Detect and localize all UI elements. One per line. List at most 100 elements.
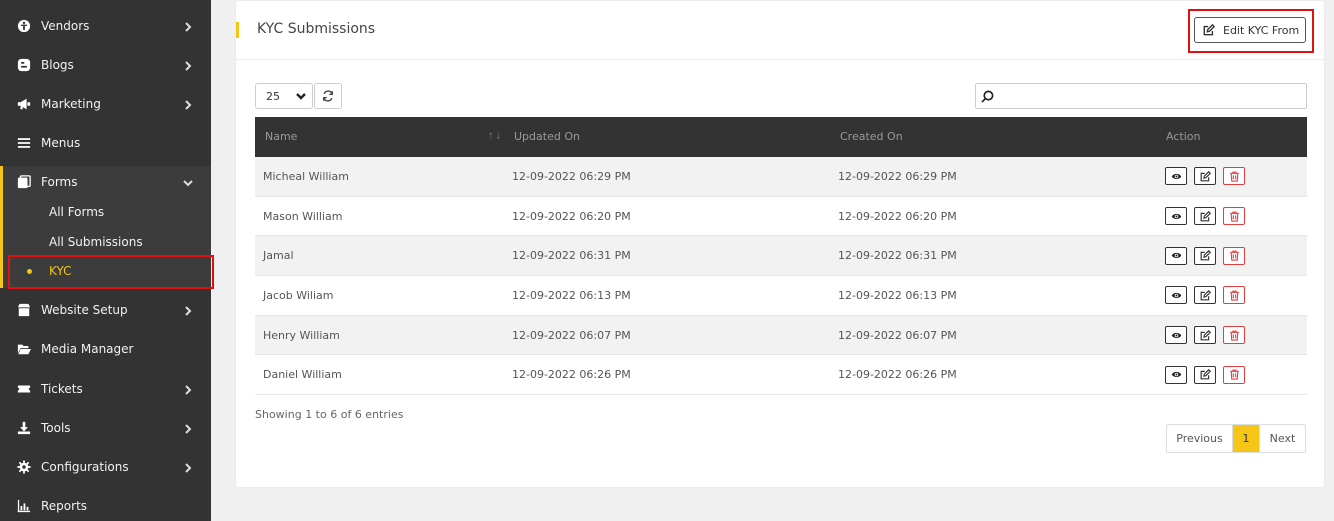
edit-icon: [1200, 170, 1211, 182]
chevron-right-icon: [183, 60, 193, 71]
cell-updated: 12-09-2022 06:07 PM: [512, 328, 631, 342]
edit-icon: [1200, 329, 1211, 341]
trash-icon: [1229, 250, 1239, 261]
cell-created: 12-09-2022 06:07 PM: [838, 328, 957, 342]
view-button[interactable]: [1165, 167, 1187, 186]
page-length-select[interactable]: 25: [255, 83, 313, 109]
cell-name: Micheal William: [263, 169, 349, 183]
delete-button[interactable]: [1223, 207, 1245, 226]
previous-page-button[interactable]: Previous: [1167, 425, 1233, 452]
delete-button[interactable]: [1223, 246, 1245, 265]
row-actions: [1165, 365, 1245, 384]
sidebar-item-label: Blogs: [41, 57, 74, 72]
search-input[interactable]: [994, 85, 1306, 107]
sidebar-item-forms[interactable]: Forms: [0, 162, 211, 201]
edit-button[interactable]: [1194, 286, 1216, 305]
page-1-button[interactable]: 1: [1233, 425, 1259, 452]
download-icon: [17, 421, 31, 435]
trash-icon: [1229, 369, 1239, 380]
kyc-card: KYC Submissions Edit KYC From 25 Name ↑↓…: [235, 0, 1325, 488]
sidebar-item-media-manager[interactable]: Media Manager: [0, 329, 211, 368]
table-row: Daniel William 12-09-2022 06:26 PM 12-09-2…: [255, 355, 1307, 396]
edit-icon: [1200, 289, 1211, 301]
eye-icon: [1171, 332, 1181, 338]
trash-icon: [1229, 330, 1239, 341]
edit-icon: [1200, 369, 1211, 380]
chevron-right-icon: [183, 462, 193, 473]
view-button[interactable]: [1165, 246, 1187, 265]
eye-icon: [1171, 292, 1181, 298]
chevron-down-icon: [296, 93, 306, 100]
store-icon: [17, 303, 31, 317]
sidebar-item-label: Website Setup: [41, 302, 128, 317]
view-button[interactable]: [1165, 365, 1187, 384]
edit-button[interactable]: [1194, 246, 1216, 265]
refresh-button[interactable]: [314, 83, 342, 109]
table-header: Name ↑↓ Updated On Created On Action: [255, 117, 1307, 157]
edit-highlight-box: [1188, 9, 1314, 53]
eye-icon: [1171, 213, 1181, 219]
sidebar-item-blogs[interactable]: Blogs: [0, 45, 211, 84]
sidebar-item-menus[interactable]: Menus: [0, 123, 211, 162]
card-header: KYC Submissions Edit KYC From: [236, 1, 1324, 60]
column-header-action: Action: [1166, 130, 1201, 143]
next-page-button[interactable]: Next: [1259, 425, 1305, 452]
sort-icon[interactable]: ↑↓: [487, 132, 502, 142]
row-actions: [1165, 207, 1245, 226]
chevron-right-icon: [183, 21, 193, 32]
bar-chart-icon: [17, 499, 31, 513]
sidebar-item-label: Menus: [41, 135, 81, 150]
sidebar-item-marketing[interactable]: Marketing: [0, 84, 211, 123]
forms-icon: [17, 174, 31, 189]
delete-button[interactable]: [1223, 326, 1245, 345]
table-row: Micheal William 12-09-2022 06:29 PM 12-09-…: [255, 157, 1307, 197]
table-body: Micheal William 12-09-2022 06:29 PM 12-09-…: [255, 157, 1307, 396]
sidebar: Vendors Blogs Marketing Menus Forms All …: [0, 0, 214, 521]
view-button[interactable]: [1165, 326, 1187, 345]
chevron-right-icon: [183, 305, 193, 316]
edit-button[interactable]: [1194, 207, 1216, 226]
entries-info: Showing 1 to 6 of 6 entries: [255, 408, 404, 421]
chevron-down-icon: [183, 177, 193, 187]
title-accent: [236, 22, 239, 38]
pagination: Previous 1 Next: [1166, 424, 1306, 453]
cell-updated: 12-09-2022 06:20 PM: [512, 209, 631, 223]
table-row: Jamal 12-09-2022 06:31 PM 12-09-2022 06:31…: [255, 236, 1307, 277]
gear-icon: [17, 459, 31, 474]
edit-button[interactable]: [1194, 326, 1216, 345]
sidebar-sub-all-submissions[interactable]: All Submissions: [0, 227, 211, 257]
row-actions: [1165, 246, 1245, 265]
search-field[interactable]: [975, 83, 1307, 109]
edit-button[interactable]: [1194, 365, 1216, 384]
vendors-icon: [17, 19, 31, 33]
cell-updated: 12-09-2022 06:31 PM: [512, 249, 631, 263]
ticket-icon: [17, 382, 31, 396]
sidebar-item-label: Tickets: [41, 381, 83, 396]
sidebar-sub-all-forms[interactable]: All Forms: [0, 197, 211, 227]
view-button[interactable]: [1165, 207, 1187, 226]
sidebar-item-label: Media Manager: [41, 341, 134, 356]
sidebar-item-label: Marketing: [41, 96, 101, 111]
edit-icon: [1200, 210, 1211, 221]
sidebar-item-configurations[interactable]: Configurations: [0, 447, 211, 486]
sidebar-item-reports[interactable]: Reports: [0, 486, 211, 521]
column-header-updated[interactable]: Updated On: [514, 130, 580, 143]
view-button[interactable]: [1165, 286, 1187, 305]
refresh-icon: [323, 90, 333, 102]
sidebar-item-label: Vendors: [41, 18, 90, 33]
eye-icon: [1171, 372, 1181, 378]
sidebar-item-tickets[interactable]: Tickets: [0, 369, 211, 408]
trash-icon: [1229, 171, 1239, 182]
delete-button[interactable]: [1223, 167, 1245, 186]
column-header-name[interactable]: Name: [265, 130, 297, 143]
sidebar-item-website-setup[interactable]: Website Setup: [0, 290, 211, 329]
edit-button[interactable]: [1194, 167, 1216, 186]
sidebar-item-tools[interactable]: Tools: [0, 408, 211, 447]
megaphone-icon: [17, 97, 31, 111]
delete-button[interactable]: [1223, 365, 1245, 384]
delete-button[interactable]: [1223, 286, 1245, 305]
trash-icon: [1229, 290, 1239, 301]
column-header-created[interactable]: Created On: [840, 130, 903, 143]
cell-updated: 12-09-2022 06:13 PM: [512, 288, 631, 302]
sidebar-item-vendors[interactable]: Vendors: [0, 6, 211, 45]
